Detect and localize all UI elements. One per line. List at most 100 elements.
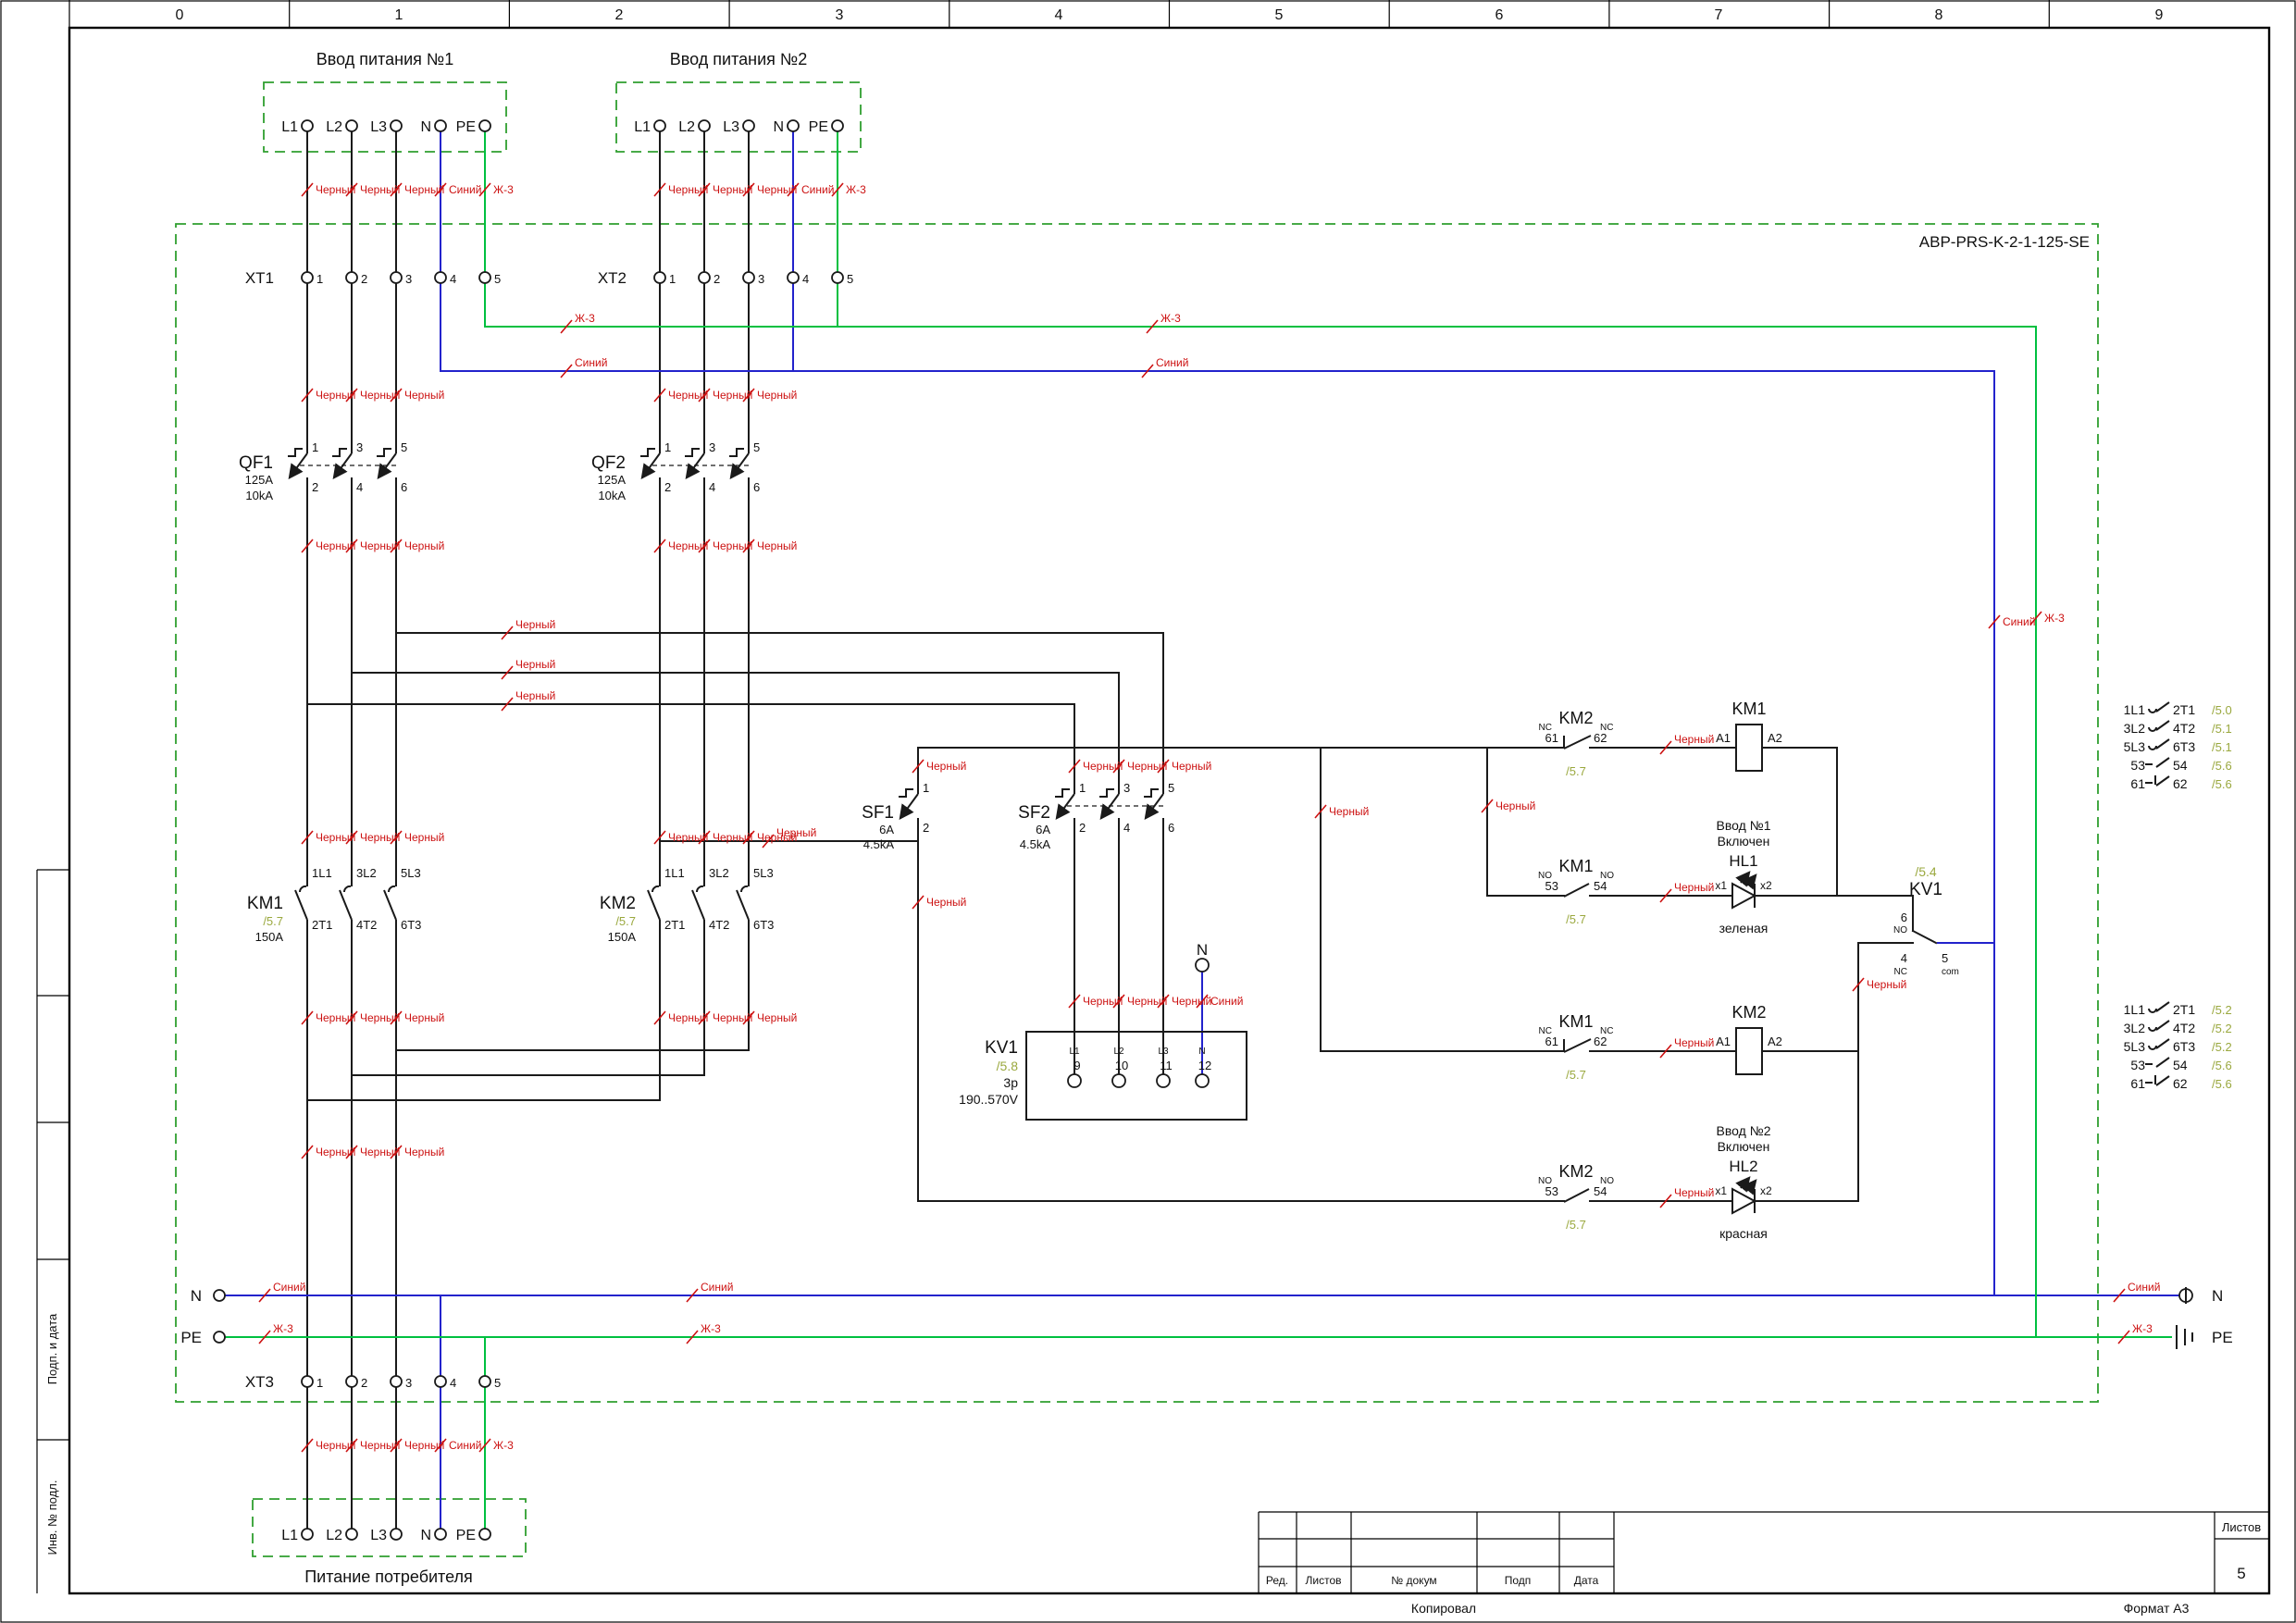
wire-color-label: Синий — [575, 356, 607, 369]
wire-color-label: Черный — [926, 760, 966, 773]
km1-labels: KM1 /5.7 150A — [247, 894, 283, 944]
wire-color-label: Синий — [2003, 615, 2035, 628]
wire-color-label: Черный — [360, 183, 400, 196]
wire-color-label: Синий — [449, 1439, 481, 1452]
hl1-x2: x2 — [1760, 879, 1772, 892]
output-terminal — [435, 1529, 446, 1540]
km1-xref-right: 2T1 — [2173, 702, 2195, 717]
titleblock-col-red: Ред. — [1266, 1574, 1288, 1587]
ruler-1: 1 — [395, 7, 403, 23]
wire-color-label: Черный — [360, 539, 400, 552]
input2-title: Ввод питания №2 — [670, 50, 807, 68]
control-wiring — [918, 725, 1936, 1202]
qf2-top-terminal: 3 — [709, 440, 715, 454]
kv1-terminal — [1196, 1074, 1209, 1087]
km1-xref-ref: /5.1 — [2212, 740, 2232, 754]
wire-color-label: Черный — [316, 1439, 355, 1452]
kv1-contact-ref: /5.4 — [1915, 864, 1937, 879]
ruler-0: 0 — [176, 7, 184, 23]
titleblock-copied: Копировал — [1411, 1601, 1476, 1616]
xt3-terminal — [435, 1376, 446, 1387]
qf1-top-terminal: 1 — [312, 440, 318, 454]
sf1-top-terminal: 1 — [923, 781, 929, 795]
sf1-icu: 4.5kA — [863, 837, 895, 851]
output-terminal-label: L1 — [281, 1528, 298, 1543]
ruler-8: 8 — [1935, 7, 1943, 23]
titleblock-col-listov: Листов — [1306, 1574, 1342, 1587]
xt1-terminal — [346, 272, 357, 283]
lamp-hl1: Ввод №1 Включен HL1 x1 x2 зеленая — [1715, 818, 1772, 935]
titleblock-col-data: Дата — [1574, 1574, 1599, 1587]
wire-color-label: Черный — [316, 831, 355, 844]
xt3-terminal-number: 5 — [494, 1376, 501, 1390]
km2-xref-right: 62 — [2173, 1076, 2188, 1091]
xt3-terminal-number: 1 — [316, 1376, 323, 1390]
coil2-name: KM2 — [1731, 1003, 1766, 1022]
xt1-terminal-number: 1 — [316, 272, 323, 286]
km2-bottom-terminal: 2T1 — [664, 918, 685, 932]
kv1-changeover: /5.4 KV1 6 NO 4 NC 5 com — [1893, 864, 1959, 977]
xt1-terminal-number: 2 — [361, 272, 367, 286]
input1-terminal — [479, 120, 490, 131]
wire-color-label: Черный — [404, 831, 444, 844]
xt2-terminal-number: 4 — [802, 272, 809, 286]
input1-terminal-label: L3 — [370, 119, 387, 135]
qf1-labels: QF1 125A 10kA — [239, 453, 273, 502]
wire-color-label: Черный — [668, 389, 708, 402]
kv1-nc-num: 4 — [1901, 951, 1907, 965]
km1-current: 150A — [255, 930, 284, 944]
wire-color-label: Черный — [1083, 760, 1123, 773]
output-terminal-label: PE — [456, 1528, 476, 1543]
wire-color-label: Черный — [316, 389, 355, 402]
contact-symbol — [2149, 727, 2156, 731]
qf1-bottom-terminal: 6 — [401, 480, 407, 494]
km2-xref-right: 4T2 — [2173, 1021, 2195, 1035]
contact1-right: 62 — [1594, 731, 1607, 745]
input1-terminal-label: N — [420, 119, 431, 135]
contact-symbol — [2149, 1009, 2156, 1012]
coil-km2: KM2 A1 A2 — [1716, 1003, 1782, 1048]
kv1-com-num: 5 — [1942, 951, 1948, 965]
xt1-terminal — [391, 272, 402, 283]
wire-color-label: Черный — [515, 618, 555, 631]
wire-color-label: Черный — [515, 658, 555, 671]
wire-color-label: Черный — [668, 539, 708, 552]
wire-color-label: Черный — [1867, 978, 1906, 991]
contact2-ref: /5.7 — [1566, 912, 1586, 926]
output-terminal — [302, 1529, 313, 1540]
input2-box — [616, 82, 861, 152]
kv1-ref: /5.8 — [997, 1059, 1019, 1073]
hl2-x1: x1 — [1715, 1184, 1727, 1197]
contact3-name: KM1 — [1558, 1012, 1593, 1031]
xt3-terminal — [391, 1376, 402, 1387]
ruler-4: 4 — [1055, 7, 1063, 23]
xt2-terminal — [699, 272, 710, 283]
km2-xref-right: 6T3 — [2173, 1039, 2195, 1054]
input1-terminal-label: PE — [456, 119, 476, 135]
kv1-terminal-phase: L2 — [1113, 1047, 1124, 1057]
qf1-current: 125A — [245, 473, 274, 487]
wire-color-label: Черный — [668, 1011, 708, 1024]
xt3-terminal — [302, 1376, 313, 1387]
wire-color-label: Черный — [1172, 760, 1211, 773]
km2-ref: /5.7 — [615, 914, 636, 928]
input1-terminal — [435, 120, 446, 131]
km1-bottom-terminal: 4T2 — [356, 918, 377, 932]
coil2-a1: A1 — [1716, 1035, 1731, 1048]
km1-xref-ref: /5.6 — [2212, 759, 2232, 773]
km1-xref-ref: /5.0 — [2212, 703, 2232, 717]
hl1-line1: Ввод №1 — [1717, 818, 1771, 833]
km1-xref-ref: /5.1 — [2212, 722, 2232, 736]
contact-symbol — [2149, 746, 2156, 750]
sf2-current: 6A — [1036, 823, 1050, 836]
wire-color-label: Черный — [404, 389, 444, 402]
xt3-terminal-number: 4 — [450, 1376, 456, 1390]
wire-color-label: Черный — [404, 1011, 444, 1024]
contact-km1-no: KM1 NO NO 53 54 /5.7 — [1538, 857, 1614, 926]
sf2-icu: 4.5kA — [1020, 837, 1051, 851]
wire-color-label: Черный — [360, 1011, 400, 1024]
wire-color-label: Черный — [757, 389, 797, 402]
contact4-right: 54 — [1594, 1184, 1607, 1198]
wire-color-label: Черный — [1127, 995, 1167, 1008]
kv1-terminal — [1068, 1074, 1081, 1087]
